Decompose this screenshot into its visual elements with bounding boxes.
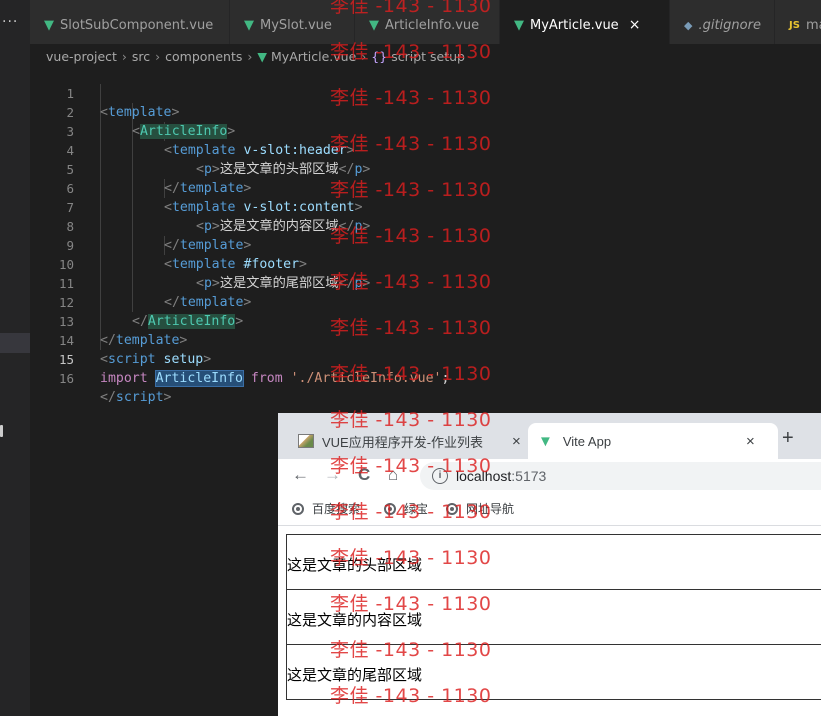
code-line: 8 </template> <box>30 198 821 253</box>
tab-label: .gitignore <box>698 17 761 33</box>
code-line: 13 </template> <box>30 293 821 348</box>
bookmark-lvbao[interactable]: 绿宝 <box>384 500 428 517</box>
more-icon[interactable]: ··· <box>2 14 18 30</box>
chevron-right-icon: › <box>121 48 127 64</box>
tab-main[interactable]: JS main <box>775 0 821 44</box>
code-line: 7 <p>这是文章的内容区域</p> <box>30 179 821 234</box>
vue-icon: ▼ <box>44 17 54 33</box>
close-icon[interactable]: × <box>629 17 641 33</box>
vue-icon: ▼ <box>538 432 553 450</box>
code-token: script <box>115 390 164 405</box>
breadcrumb-item[interactable]: src <box>132 49 150 64</box>
browser-tab-title: Vite App <box>562 433 612 449</box>
editor-tab-bar: ▼ SlotSubComponent.vue ▼ MySlot.vue ▼ Ar… <box>30 0 821 45</box>
image-favicon-icon <box>298 434 314 448</box>
article-header-text: 这是文章的头部区域 <box>287 557 423 574</box>
forward-arrow-icon[interactable]: → <box>324 465 341 485</box>
code-line: 1 <template> <box>30 65 821 120</box>
code-line: 11 </template> <box>30 255 821 310</box>
bookmark-nav[interactable]: 网址导航 <box>446 500 514 517</box>
article-footer-text: 这是文章的尾部区域 <box>287 667 423 684</box>
close-icon[interactable]: × <box>512 433 521 450</box>
code-line: 5 </template> <box>30 141 821 196</box>
globe-icon <box>292 502 304 515</box>
browser-tab-title: VUE应用程序开发-作业列表 <box>322 434 484 450</box>
reload-icon[interactable]: C <box>358 465 370 485</box>
tab-label: MyArticle.vue <box>530 17 619 33</box>
browser-tab-vite-app[interactable]: ▼ Vite App × <box>528 423 778 459</box>
vue-icon: ▼ <box>514 17 524 33</box>
article-footer-box: 这是文章的尾部区域 <box>286 644 821 700</box>
tab-label: SlotSubComponent.vue <box>60 17 214 33</box>
code-editor[interactable]: 1 <template> 2 <ArticleInfo> 3 <template… <box>30 65 821 405</box>
article-content-text: 这是文章的内容区域 <box>287 612 423 629</box>
code-token: > <box>163 390 172 405</box>
breadcrumb-item[interactable]: vue-project <box>46 49 117 64</box>
tab-label: ArticleInfo.vue <box>385 17 480 33</box>
bookmark-baidu[interactable]: 百度搜索 <box>292 500 360 517</box>
tab-myslot[interactable]: ▼ MySlot.vue <box>230 0 355 44</box>
vue-icon: ▼ <box>257 48 268 64</box>
gitignore-icon: ◆ <box>684 18 693 32</box>
tab-label: MySlot.vue <box>260 17 332 33</box>
code-token: from <box>250 371 283 386</box>
code-token: ArticleInfo <box>154 370 244 387</box>
address-bar[interactable]: i localhost:5173 <box>420 462 821 490</box>
new-tab-icon[interactable]: + <box>782 427 794 450</box>
breadcrumb-item[interactable]: script setup <box>391 49 465 64</box>
code-line: 16 </script> <box>30 350 821 405</box>
close-icon[interactable]: × <box>746 433 755 450</box>
address-port: :5173 <box>511 468 547 484</box>
article-content-box: 这是文章的内容区域 <box>286 589 821 645</box>
bookmarks-bar: 百度搜索 绿宝 网址导航 <box>278 493 821 526</box>
braces-icon: {} <box>371 48 388 64</box>
activity-bar: ··· <box>0 0 30 716</box>
code-line: 12 </ArticleInfo> <box>30 274 821 329</box>
tab-slotsubcomponent[interactable]: ▼ SlotSubComponent.vue <box>30 0 230 44</box>
tab-articleinfo[interactable]: ▼ ArticleInfo.vue <box>355 0 500 44</box>
breadcrumb-item[interactable]: MyArticle.vue <box>271 49 356 64</box>
code-line: 2 <ArticleInfo> <box>30 84 821 139</box>
side-marker <box>0 425 3 437</box>
bookmark-label: 绿宝 <box>404 502 429 516</box>
code-token: './ArticleInfo.vue' <box>290 371 442 386</box>
explorer-selection <box>0 333 30 353</box>
code-line: 10 <p>这是文章的尾部区域</p> <box>30 236 821 291</box>
chevron-right-icon: › <box>361 48 367 64</box>
globe-icon <box>446 502 458 515</box>
tab-label: main <box>805 17 821 33</box>
breadcrumb-item[interactable]: components <box>165 49 242 64</box>
bookmark-label: 百度搜索 <box>312 502 361 516</box>
browser-tab-homework[interactable]: VUE应用程序开发-作业列表 × <box>286 423 538 459</box>
breadcrumb: vue-project › src › components › ▼ MyArt… <box>46 46 465 66</box>
address-host: localhost <box>456 468 512 484</box>
page-content: 这是文章的头部区域 这是文章的内容区域 这是文章的尾部区域 <box>278 526 821 716</box>
globe-icon <box>384 502 396 515</box>
code-line: 4 <p>这是文章的头部区域</p> <box>30 122 821 177</box>
browser-window: VUE应用程序开发-作业列表 × ▼ Vite App × + ← → C ⌂ … <box>278 413 821 716</box>
code-token: import <box>100 371 148 386</box>
code-line: 9 <template #footer> <box>30 217 821 272</box>
bookmark-label: 网址导航 <box>466 502 515 516</box>
browser-tab-strip: VUE应用程序开发-作业列表 × ▼ Vite App × + <box>278 413 821 459</box>
chevron-right-icon: › <box>155 48 161 64</box>
home-icon[interactable]: ⌂ <box>388 465 398 485</box>
vue-icon: ▼ <box>244 17 254 33</box>
article-header-box: 这是文章的头部区域 <box>286 534 821 590</box>
tab-gitignore[interactable]: ◆ .gitignore <box>670 0 775 44</box>
code-token: ; <box>441 371 450 386</box>
tab-myarticle[interactable]: ▼ MyArticle.vue × <box>500 0 670 44</box>
code-line: 14 <script setup> <box>30 312 821 367</box>
site-info-icon[interactable]: i <box>432 468 448 484</box>
code-line: 3 <template v-slot:header> <box>30 103 821 158</box>
chevron-right-icon: › <box>247 48 253 64</box>
line-number: 16 <box>58 371 74 386</box>
code-token: </ <box>100 390 116 405</box>
code-line-current: 15 import ArticleInfo from './ArticleInf… <box>30 331 821 387</box>
back-arrow-icon[interactable]: ← <box>292 465 309 485</box>
browser-toolbar: ← → C ⌂ i localhost:5173 <box>278 459 821 493</box>
code-line: 6 <template v-slot:content> <box>30 160 821 215</box>
vue-icon: ▼ <box>369 17 379 33</box>
js-icon: JS <box>789 19 800 31</box>
